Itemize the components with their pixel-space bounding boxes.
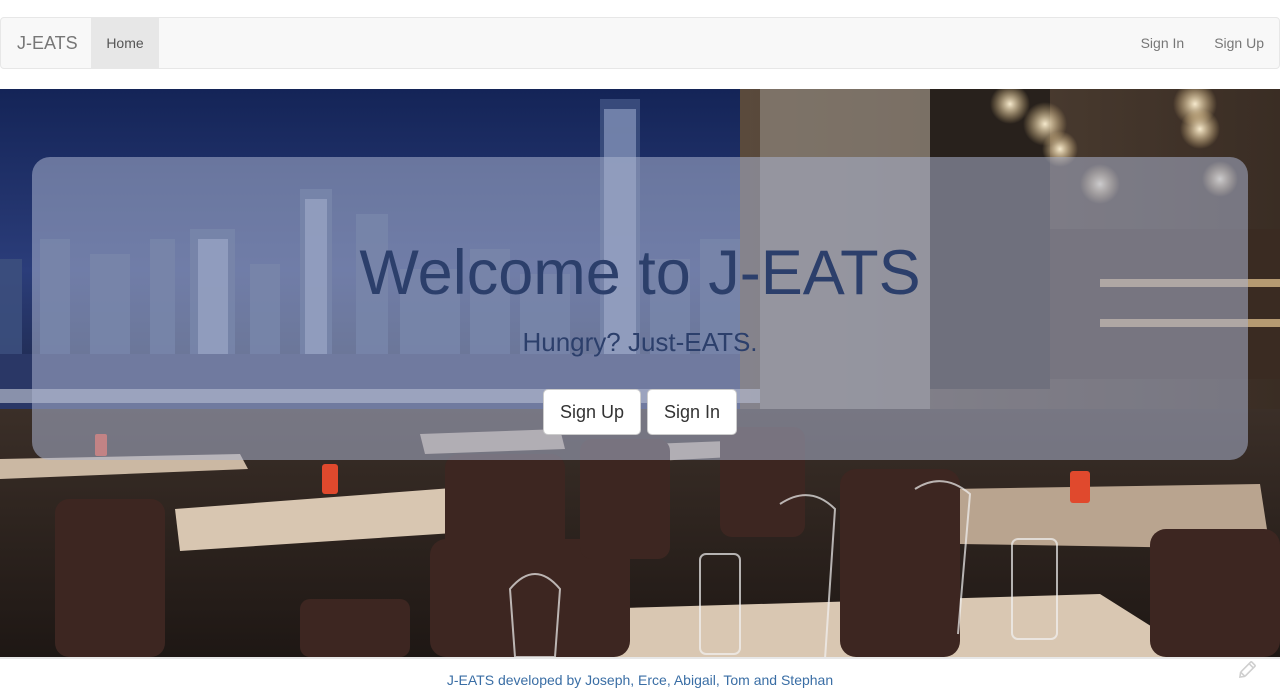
- footer: J-EATS developed by Joseph, Erce, Abigai…: [0, 657, 1280, 694]
- hero-title: Welcome to J-EATS: [359, 238, 921, 308]
- brand-link[interactable]: J-EATS: [17, 18, 78, 68]
- hero-sign-up-button[interactable]: Sign Up: [542, 389, 641, 435]
- nav-right-group: Sign In Sign Up: [1126, 18, 1279, 68]
- hero-section: Welcome to J-EATS Hungry? Just-EATS. Sig…: [0, 89, 1280, 657]
- welcome-jumbotron: Welcome to J-EATS Hungry? Just-EATS. Sig…: [32, 157, 1248, 460]
- nav-home-link[interactable]: Home: [91, 18, 159, 68]
- nav-sign-in-link[interactable]: Sign In: [1126, 18, 1200, 68]
- nav-sign-up-link[interactable]: Sign Up: [1199, 18, 1279, 68]
- navbar: J-EATS Home Sign In Sign Up: [0, 17, 1280, 69]
- hero-button-group: Sign Up Sign In: [32, 389, 1248, 435]
- hero-sign-in-button[interactable]: Sign In: [647, 389, 738, 435]
- edit-pencil-icon[interactable]: [1236, 659, 1258, 681]
- hero-subtitle: Hungry? Just-EATS.: [522, 327, 758, 357]
- footer-credits: J-EATS developed by Joseph, Erce, Abigai…: [446, 672, 834, 688]
